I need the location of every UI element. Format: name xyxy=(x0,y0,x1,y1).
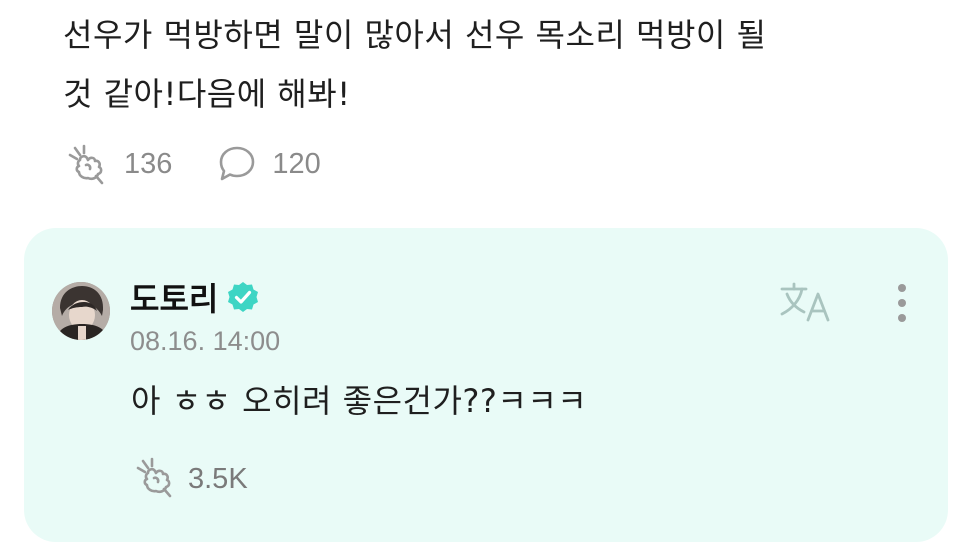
translate-icon xyxy=(778,282,834,328)
post-text-line-2: 것 같아!다음에 해봐! xyxy=(63,75,351,113)
verified-check-icon xyxy=(226,280,260,314)
reply-like-button[interactable]: 3.5K xyxy=(132,456,248,502)
more-options-button[interactable] xyxy=(892,280,912,328)
more-vertical-icon xyxy=(892,284,912,332)
post-comment-count: 120 xyxy=(272,147,321,180)
cheer-hand-icon xyxy=(64,143,110,185)
page: 선우가 먹방하면 말이 많아서 선우 목소리 먹방이 될 것 같아!다음에 해봐… xyxy=(0,0,972,560)
post-text: 선우가 먹방하면 말이 많아서 선우 목소리 먹방이 될 것 같아!다음에 해봐… xyxy=(63,6,923,124)
speech-bubble-icon xyxy=(216,143,258,185)
author-row: 도토리 xyxy=(130,274,260,320)
post-like-button[interactable]: 136 xyxy=(64,143,172,185)
cheer-hand-icon xyxy=(132,456,178,502)
reply-card: 도토리 08.16. 14:00 아 ㅎㅎ 오히려 좋은건가??ㅋㅋㅋ 3.5K xyxy=(24,228,948,542)
translate-button[interactable] xyxy=(778,280,834,328)
post-comment-button[interactable]: 120 xyxy=(216,143,321,185)
post-actions: 136 120 xyxy=(64,140,365,188)
post-text-line-1: 선우가 먹방하면 말이 많아서 선우 목소리 먹방이 될 xyxy=(63,16,767,54)
reply-like-count: 3.5K xyxy=(188,462,248,495)
reply-timestamp: 08.16. 14:00 xyxy=(130,326,281,356)
post-like-count: 136 xyxy=(124,147,173,180)
reply-text: 아 ㅎㅎ 오히려 좋은건가??ㅋㅋㅋ xyxy=(131,382,588,420)
avatar[interactable] xyxy=(52,282,110,340)
author-name[interactable]: 도토리 xyxy=(130,274,218,320)
